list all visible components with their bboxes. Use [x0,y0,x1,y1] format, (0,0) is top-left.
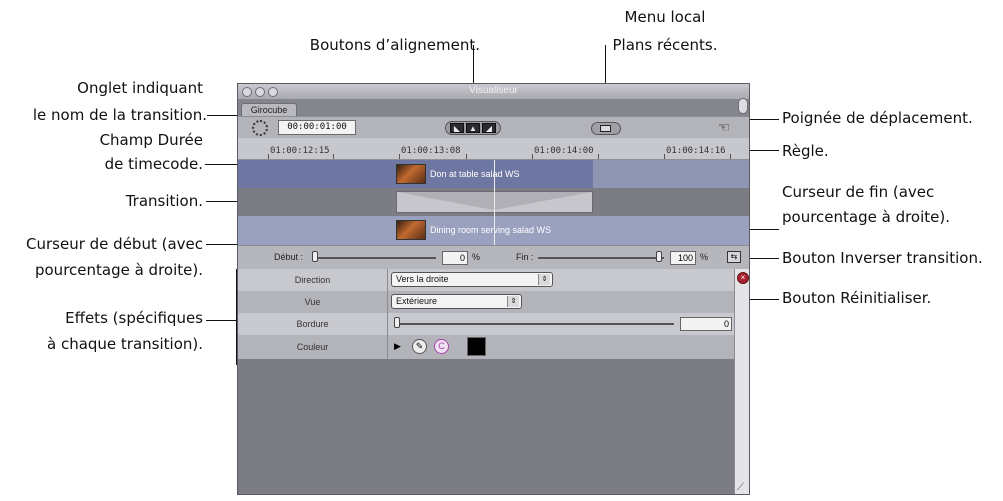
playhead[interactable] [494,160,495,245]
parameters-scrollbar[interactable]: × ⟋ [734,269,749,494]
callout-align: Boutons d’alignement. [309,36,480,54]
color-swatch[interactable] [467,337,486,356]
end-percent-field[interactable]: 100 [670,251,696,265]
tab-row: Girocube [238,100,749,117]
callout-duration-1: Champ Durée [99,131,203,149]
empty-parameter-area [238,359,734,494]
end-slider-track[interactable] [538,257,664,259]
ruler[interactable]: 01:00:12:15 01:00:13:08 01:00:14:00 01:0… [238,138,749,160]
toolbar: 00:00:01:00 ◣ ▲ ◢ ☜ [238,116,749,138]
direction-value: Vers la droite [396,274,449,284]
outgoing-track-extension [593,160,749,188]
param-row-color: Couleur ▶ ✎ C [238,335,734,359]
callout-end-1: Curseur de fin (avec [782,183,935,201]
popup-arrows-icon: ⇕ [538,274,550,285]
callout-effects-2: à chaque transition). [46,335,203,353]
alignment-buttons: ◣ ▲ ◢ [445,121,501,135]
param-row-view: Vue Extérieure ⇕ [238,291,734,313]
clip-a-name: Don at table salad WS [430,169,520,179]
callout-transition: Transition. [125,192,203,210]
callout-start-2: pourcentage à droite). [34,261,203,279]
start-end-sliders: Début : 0 % Fin : 100 % ⇆ [238,245,749,269]
ruler-label: 01:00:12:15 [270,146,330,156]
color-wheel-icon[interactable]: C [434,339,449,354]
effect-parameters: Direction Vers la droite ⇕ Vue Extérieur… [238,269,749,359]
direction-popup[interactable]: Vers la droite ⇕ [391,272,553,287]
clip-thumbnail [396,220,426,240]
clip-thumbnail [396,164,426,184]
ruler-tick [399,154,400,159]
clip-b-name: Dining room serving salad WS [430,225,552,235]
callout-tab-2: le nom de la transition. [32,106,207,124]
param-name: Vue [238,291,388,313]
scroll-knob[interactable] [738,98,748,114]
callout-effects-1: Effets (spécifiques [65,309,203,327]
start-slider-knob[interactable] [312,251,318,262]
callout-drag-handle: Poignée de déplacement. [782,109,973,127]
title-bar[interactable]: Visualiseur [238,84,749,100]
border-slider-track[interactable] [394,323,674,325]
disclosure-triangle-icon[interactable]: ▶ [394,341,401,352]
leader-effects-h [206,320,237,321]
align-end-on-edit-button[interactable]: ◣ [450,123,464,133]
view-value: Extérieure [396,296,438,306]
end-slider-knob[interactable] [656,251,662,262]
leader-reset [748,299,779,300]
resize-grip-icon[interactable]: ⟋ [737,482,749,494]
border-value-field[interactable]: 0 [680,317,732,331]
ruler-tick [598,154,599,159]
view-popup[interactable]: Extérieure ⇕ [391,294,522,309]
callout-tab-1: Onglet indiquant [77,79,203,97]
ruler-label: 01:00:14:00 [534,146,594,156]
ruler-label: 01:00:13:08 [401,146,461,156]
ruler-tick [466,154,467,159]
timecode-duration-field[interactable]: 00:00:01:00 [278,120,356,135]
callout-reset: Bouton Réinitialiser. [782,289,932,307]
param-name: Bordure [238,313,388,335]
callout-local-menu-2: Plans récents. [612,36,718,54]
recent-clips-menu-icon[interactable] [591,122,621,135]
callout-local-menu-1: Menu local [624,8,706,26]
ruler-label: 01:00:14:16 [666,146,726,156]
reverse-transition-icon[interactable]: ⇆ [727,251,741,263]
param-name: Couleur [238,335,388,359]
ruler-tick [333,154,334,159]
ruler-tick [268,154,269,159]
clip-b[interactable]: Dining room serving salad WS [396,220,551,240]
eyedropper-icon[interactable]: ✎ [412,339,427,354]
end-percent-sign: % [700,252,709,262]
align-start-on-edit-button[interactable]: ◢ [482,123,496,133]
recent-clips-glyph [600,125,611,132]
popup-arrows-icon: ⇕ [507,296,519,307]
window-title: Visualiseur [469,85,518,96]
reset-x-icon[interactable]: × [737,272,749,284]
start-label: Début : [274,252,304,262]
callout-ruler: Règle. [782,142,829,160]
clip-a[interactable]: Don at table salad WS [396,164,520,184]
ruler-tick [532,154,533,159]
callout-duration-2: de timecode. [104,155,203,173]
hand-icon[interactable]: ☜ [715,119,733,136]
start-slider-track[interactable] [312,257,436,259]
callout-end-2: pourcentage à droite). [782,208,951,226]
start-percent-sign: % [472,252,481,262]
ruler-tick [730,154,731,159]
border-slider-knob[interactable] [394,317,400,328]
clock-icon [252,120,268,136]
end-label: Fin : [516,252,534,262]
param-name: Direction [238,269,388,291]
start-percent-field[interactable]: 0 [442,251,468,265]
tab-transition-name[interactable]: Girocube [241,103,297,117]
callout-reverse: Bouton Inverser transition. [782,249,983,267]
param-row-border: Bordure 0 [238,313,734,335]
ruler-tick [664,154,665,159]
callout-start-1: Curseur de début (avec [26,235,203,253]
align-center-on-edit-button[interactable]: ▲ [466,123,480,133]
viewer-window: Visualiseur Girocube 00:00:01:00 ◣ ▲ ◢ ☜… [237,83,750,495]
param-row-direction: Direction Vers la droite ⇕ [238,269,734,291]
